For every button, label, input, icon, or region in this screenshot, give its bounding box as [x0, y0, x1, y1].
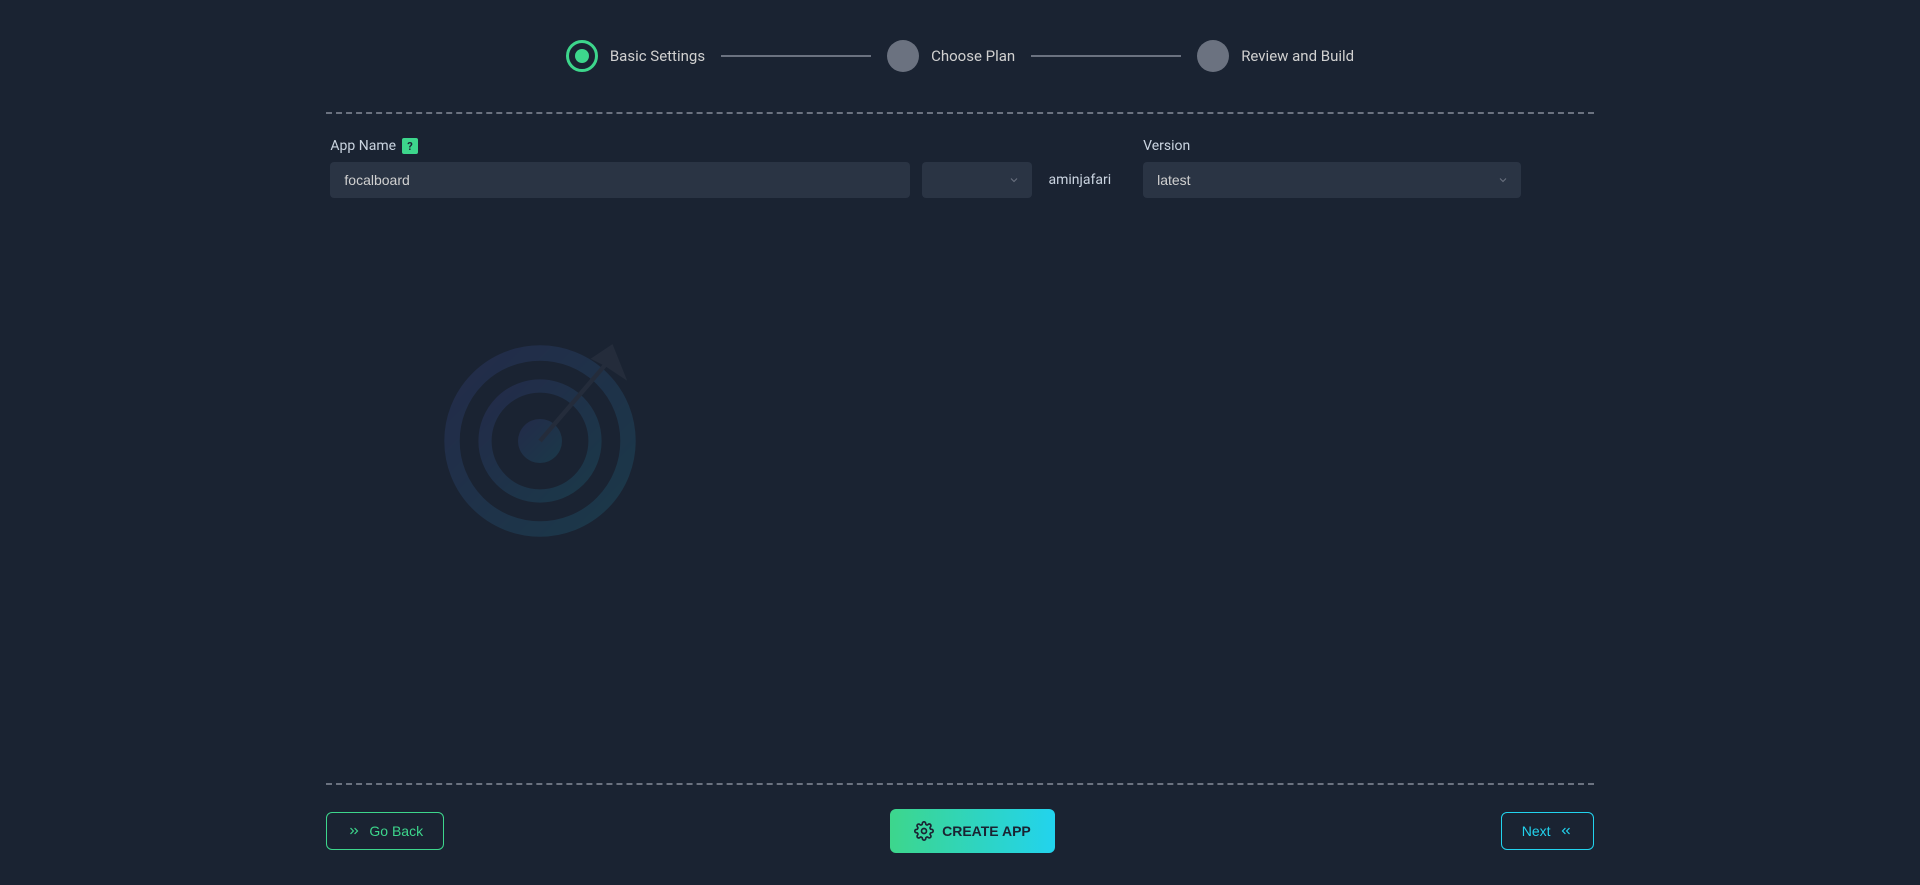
next-label: Next [1522, 823, 1551, 839]
step-choose-plan[interactable]: Choose Plan [887, 40, 1015, 72]
form-group-version: Version latest [1143, 138, 1521, 198]
appname-suffix-select[interactable] [922, 162, 1032, 198]
step-basic-settings: Basic Settings [566, 40, 705, 72]
go-back-button[interactable]: Go Back [326, 812, 444, 850]
step-connector [721, 55, 871, 57]
step-connector [1031, 55, 1181, 57]
form-group-appname: App Name ? aminjafari [330, 138, 1111, 198]
appname-input[interactable] [330, 162, 910, 198]
step-indicator-active [566, 40, 598, 72]
form-row: App Name ? aminjafari Version [326, 138, 1593, 198]
step-indicator-inactive [887, 40, 919, 72]
help-icon[interactable]: ? [402, 138, 418, 154]
create-app-button[interactable]: CREATE APP [890, 809, 1055, 853]
step-label: Choose Plan [931, 47, 1015, 65]
create-app-label: CREATE APP [942, 823, 1031, 839]
gear-icon [914, 821, 934, 841]
version-label: Version [1143, 138, 1190, 154]
appname-suffix-select-wrapper [922, 162, 1032, 198]
step-review-build[interactable]: Review and Build [1197, 40, 1354, 72]
appname-label: App Name [330, 138, 396, 154]
page-container: Basic Settings Choose Plan Review and Bu… [0, 0, 1920, 885]
version-label-row: Version [1143, 138, 1521, 154]
next-button[interactable]: Next [1501, 812, 1594, 850]
step-label: Basic Settings [610, 47, 705, 65]
version-input-row: latest [1143, 162, 1521, 198]
footer-buttons: Go Back CREATE APP Next [326, 809, 1593, 853]
step-label: Review and Build [1241, 47, 1354, 65]
appname-suffix-text: aminjafari [1048, 172, 1111, 188]
chevron-double-right-icon [347, 824, 361, 838]
step-indicator-inactive [1197, 40, 1229, 72]
footer-divider [326, 783, 1593, 785]
appname-input-row: aminjafari [330, 162, 1111, 198]
version-select[interactable]: latest [1143, 162, 1521, 198]
chevron-double-left-icon [1559, 824, 1573, 838]
version-select-wrapper: latest [1143, 162, 1521, 198]
stepper: Basic Settings Choose Plan Review and Bu… [0, 40, 1920, 72]
top-divider [326, 112, 1593, 114]
target-background-icon [430, 320, 650, 540]
appname-label-row: App Name ? [330, 138, 1111, 154]
go-back-label: Go Back [369, 823, 423, 839]
